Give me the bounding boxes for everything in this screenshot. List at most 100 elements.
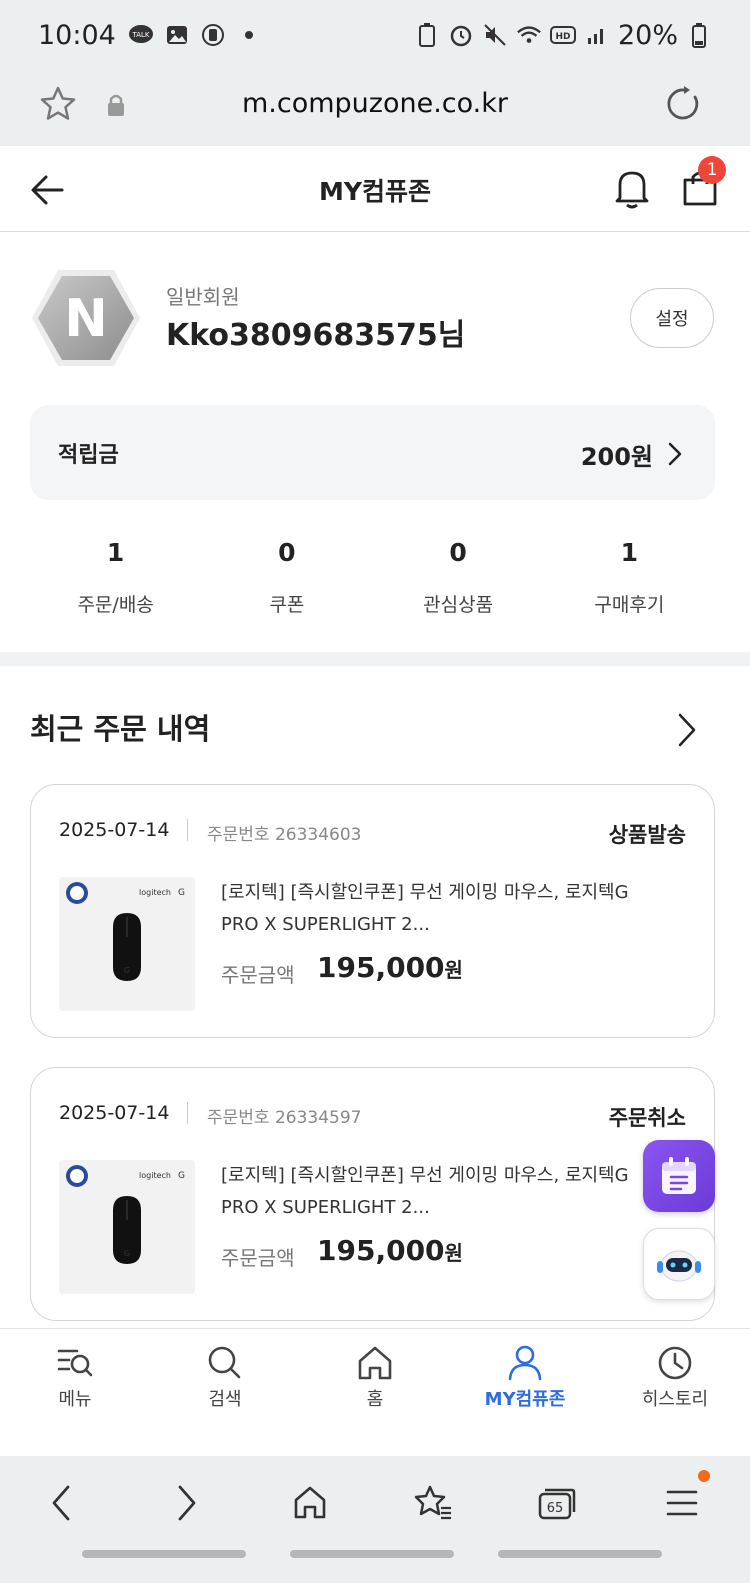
gesture-bar bbox=[498, 1550, 662, 1558]
dot-icon bbox=[236, 22, 262, 48]
notification-bell-icon[interactable] bbox=[612, 166, 652, 214]
amount-number: 195,000 bbox=[317, 1234, 445, 1267]
stat-count: 1 bbox=[106, 538, 125, 567]
gallery-icon bbox=[164, 22, 190, 48]
order-date: 2025-07-14 bbox=[59, 1102, 170, 1124]
browser-menu-icon[interactable] bbox=[657, 1478, 707, 1528]
order-amount: 195,000원 bbox=[317, 1234, 463, 1267]
svg-text:TALK: TALK bbox=[131, 31, 149, 39]
amount-label: 주문금액 bbox=[221, 963, 295, 987]
product-title[interactable]: [로지텍] [즉시할인쿠폰] 무선 게이밍 마우스, 로지텍G PRO X SU… bbox=[221, 877, 661, 941]
avatar: N bbox=[30, 268, 142, 368]
svg-text:G: G bbox=[124, 966, 130, 975]
separator bbox=[187, 819, 188, 841]
brand-label: logitech bbox=[139, 888, 171, 897]
mute-icon bbox=[482, 22, 508, 48]
stat-reviews[interactable]: 1 구매후기 bbox=[544, 538, 715, 618]
home-icon bbox=[358, 1346, 392, 1380]
order-amount: 195,000원 bbox=[317, 951, 463, 984]
order-number: 주문번호 26334603 bbox=[207, 825, 362, 845]
bookmarks-icon[interactable] bbox=[408, 1478, 458, 1528]
browser-home-icon[interactable] bbox=[285, 1478, 335, 1528]
order-status: 상품발송 bbox=[608, 823, 686, 847]
hd-icon: HD bbox=[549, 22, 576, 48]
attendance-calendar-button[interactable] bbox=[643, 1140, 715, 1212]
avatar-letter: N bbox=[64, 289, 108, 349]
order-card[interactable]: 2025-07-14 주문번호 26334603 상품발송 logitech G… bbox=[30, 784, 715, 1038]
alarm-icon bbox=[448, 22, 474, 48]
amount-unit: 원 bbox=[444, 958, 463, 982]
points-row[interactable]: 적립금 200원 bbox=[30, 405, 715, 500]
stat-label: 구매후기 bbox=[594, 594, 665, 616]
brand-label: logitech bbox=[139, 1171, 171, 1180]
nav-home[interactable]: 홈 bbox=[300, 1329, 450, 1456]
screen-recorder-icon bbox=[200, 22, 226, 48]
amount-number: 195,000 bbox=[317, 951, 445, 984]
tab-count: 65 bbox=[547, 1501, 564, 1516]
nav-label: 홈 bbox=[366, 1389, 384, 1410]
wifi-icon bbox=[516, 22, 542, 48]
stat-orders[interactable]: 1 주문/배송 bbox=[30, 538, 201, 618]
menu-search-icon bbox=[57, 1349, 93, 1377]
recent-orders-more-icon[interactable] bbox=[676, 712, 698, 752]
settings-button[interactable]: 설정 bbox=[630, 288, 714, 348]
product-title[interactable]: [로지텍] [즉시할인쿠폰] 무선 게이밍 마우스, 로지텍G PRO X SU… bbox=[221, 1160, 661, 1224]
address-field[interactable]: m.compuzone.co.kr bbox=[0, 88, 750, 119]
calendar-icon bbox=[662, 1157, 696, 1194]
search-icon bbox=[208, 1346, 241, 1379]
product-thumbnail[interactable]: logitech G G bbox=[59, 877, 195, 1011]
stat-count: 1 bbox=[620, 538, 639, 567]
member-type: 일반회원 bbox=[166, 285, 240, 309]
app-header: MY컴퓨존 bbox=[0, 146, 750, 232]
stat-coupons[interactable]: 0 쿠폰 bbox=[201, 538, 372, 618]
gesture-bar bbox=[82, 1550, 246, 1558]
order-date: 2025-07-14 bbox=[59, 819, 170, 841]
order-status: 주문취소 bbox=[608, 1106, 686, 1130]
nav-search[interactable]: 검색 bbox=[150, 1329, 300, 1456]
separator bbox=[187, 1102, 188, 1124]
tabs-icon[interactable]: 65 bbox=[532, 1478, 582, 1528]
nav-my[interactable]: MY컴퓨존 bbox=[450, 1329, 600, 1456]
kakaotalk-icon: TALK bbox=[128, 22, 154, 48]
browser-back-icon[interactable] bbox=[36, 1478, 86, 1528]
nav-menu[interactable]: 메뉴 bbox=[0, 1329, 150, 1456]
status-time: 10:04 bbox=[38, 19, 116, 51]
svg-text:G: G bbox=[178, 1171, 185, 1181]
order-number: 주문번호 26334597 bbox=[207, 1108, 362, 1128]
svg-text:G: G bbox=[124, 1249, 130, 1258]
nav-label: 히스토리 bbox=[641, 1389, 709, 1410]
amount-label: 주문금액 bbox=[221, 1246, 295, 1270]
nav-label: 검색 bbox=[208, 1389, 242, 1410]
stat-count: 0 bbox=[278, 538, 296, 567]
svg-text:G: G bbox=[178, 888, 185, 898]
points-label: 적립금 bbox=[58, 443, 119, 468]
cart-count-badge: 1 bbox=[698, 156, 726, 184]
gesture-bar bbox=[290, 1550, 454, 1558]
points-value: 200원 bbox=[580, 443, 653, 471]
stat-label: 쿠폰 bbox=[269, 594, 305, 616]
url-bar: m.compuzone.co.kr bbox=[0, 70, 750, 146]
stat-wishlist[interactable]: 0 관심상품 bbox=[373, 538, 544, 618]
username: Kko3809683575님 bbox=[166, 318, 466, 353]
chatbot-button[interactable] bbox=[643, 1228, 715, 1300]
battery-percent: 20% bbox=[617, 19, 678, 51]
recent-orders-title: 최근 주문 내역 bbox=[30, 712, 211, 746]
stat-label: 관심상품 bbox=[423, 594, 494, 616]
browser-forward-icon[interactable] bbox=[162, 1478, 212, 1528]
nav-label: 메뉴 bbox=[58, 1389, 92, 1410]
reload-icon[interactable] bbox=[664, 84, 704, 128]
nav-history[interactable]: 히스토리 bbox=[600, 1329, 750, 1456]
signal-icon bbox=[584, 22, 610, 48]
notification-dot bbox=[698, 1470, 710, 1482]
status-bar: 10:04 TALK HD 20% bbox=[0, 0, 750, 70]
summary-stats: 1 주문/배송 0 쿠폰 0 관심상품 1 구매후기 bbox=[30, 538, 715, 618]
svg-text:HD: HD bbox=[555, 32, 570, 42]
order-card[interactable]: 2025-07-14 주문번호 26334597 주문취소 logitech G… bbox=[30, 1067, 715, 1321]
battery-saver-icon bbox=[414, 22, 440, 48]
robot-icon bbox=[657, 1250, 701, 1282]
clock-icon bbox=[658, 1346, 692, 1380]
nav-label: MY컴퓨존 bbox=[484, 1389, 566, 1410]
product-thumbnail[interactable]: logitech G G bbox=[59, 1160, 195, 1294]
chevron-right-icon bbox=[667, 441, 683, 471]
section-divider bbox=[0, 652, 750, 666]
